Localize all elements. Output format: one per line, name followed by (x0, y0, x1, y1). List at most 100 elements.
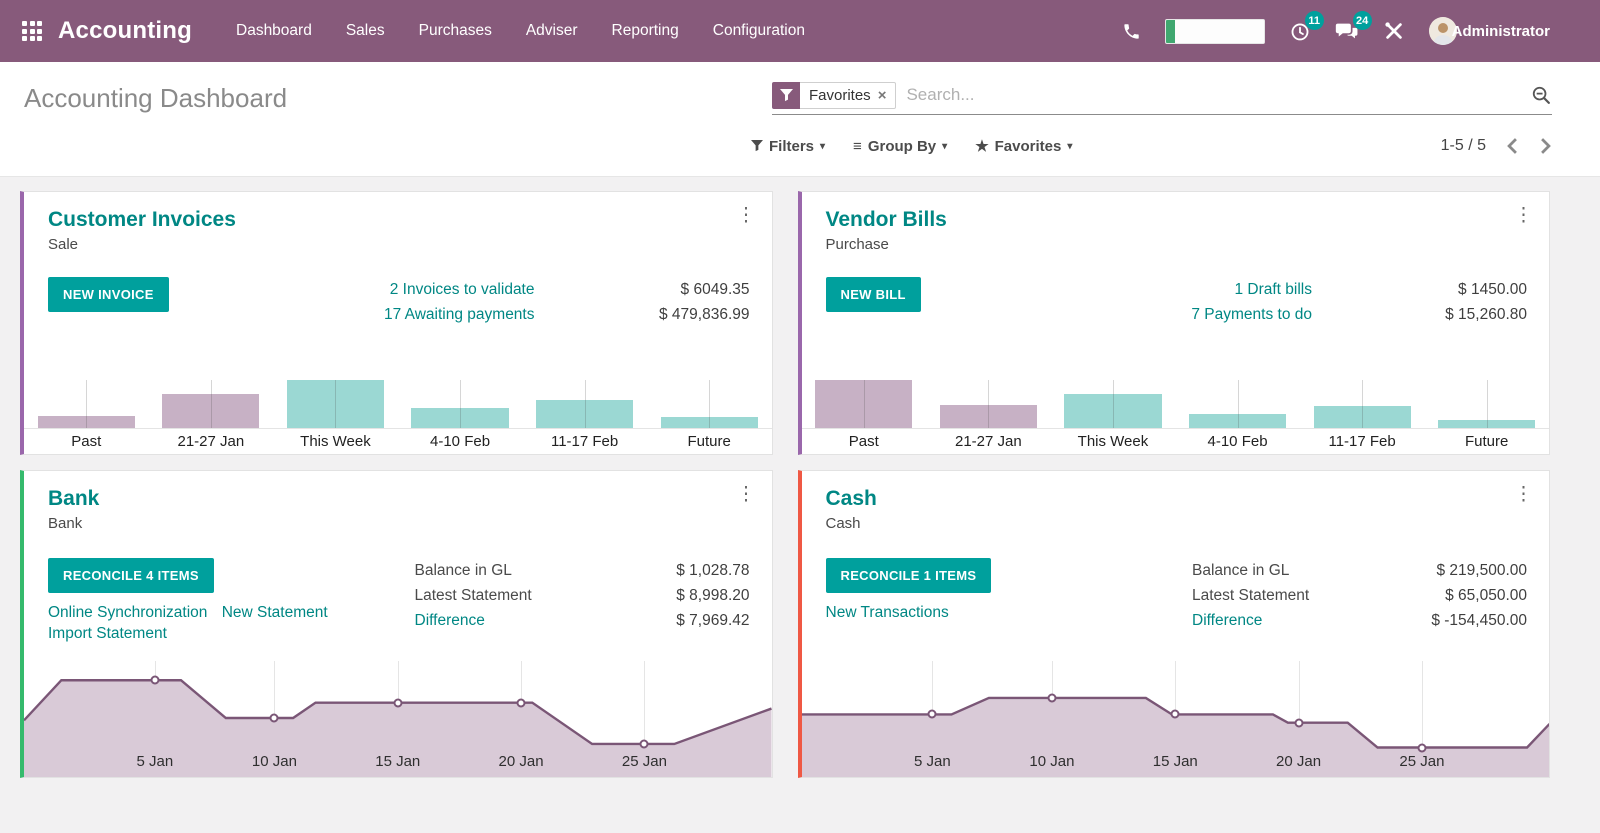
bar-slot (647, 372, 772, 428)
card-subtitle: Purchase (826, 236, 1528, 253)
new-bill-button[interactable]: NEW BILL (826, 277, 921, 312)
bar-slot (24, 372, 149, 428)
reconcile-items-button[interactable]: RECONCILE 4 ITEMS (48, 558, 214, 593)
card-title[interactable]: Cash (826, 487, 1528, 511)
bar-slot (1175, 372, 1300, 428)
cash-line-chart[interactable]: 5 Jan10 Jan15 Jan20 Jan25 Jan (802, 659, 1550, 777)
menu-dashboard[interactable]: Dashboard (236, 22, 312, 40)
timer-progress (1166, 20, 1175, 43)
card-title[interactable]: Customer Invoices (48, 208, 750, 232)
chart-data-point[interactable] (928, 710, 937, 719)
caret-down-icon: ▾ (820, 141, 825, 152)
chart-data-point[interactable] (1417, 743, 1426, 752)
x-axis-label: 20 Jan (499, 753, 544, 770)
facet-remove-icon[interactable]: × (878, 87, 887, 104)
invoices-to-validate-amount: $ 6049.35 (535, 277, 750, 302)
chart-data-point[interactable] (1047, 693, 1056, 702)
x-axis-label: 15 Jan (1153, 753, 1198, 770)
bar-tick-line (1238, 380, 1239, 428)
bar-slot (926, 372, 1051, 428)
card-title[interactable]: Bank (48, 487, 750, 511)
reconcile-items-button[interactable]: RECONCILE 1 ITEMS (826, 558, 992, 593)
bills-bar-chart[interactable]: Past21-27 JanThis Week4-10 Feb11-17 FebF… (802, 372, 1550, 454)
bar-slot (1424, 372, 1549, 428)
pager-previous-icon[interactable] (1506, 138, 1519, 154)
activities-badge: 11 (1305, 11, 1324, 30)
menu-configuration[interactable]: Configuration (713, 22, 805, 40)
card-menu-kebab-icon[interactable]: ⋮ (733, 481, 760, 508)
bar-slot (149, 372, 274, 428)
awaiting-payments-link[interactable]: 17 Awaiting payments (280, 302, 535, 327)
bar-category-label: Future (1424, 433, 1549, 450)
awaiting-payments-amount: $ 479,836.99 (535, 302, 750, 327)
group-by-icon: ≡ (853, 138, 862, 155)
facet-filter-icon (772, 82, 800, 109)
bar-tick-line (1113, 380, 1114, 428)
top-navbar: Accounting Dashboard Sales Purchases Adv… (0, 0, 1600, 62)
pager-next-icon[interactable] (1539, 138, 1552, 154)
invoices-bar-chart[interactable]: Past21-27 JanThis Week4-10 Feb11-17 FebF… (24, 372, 772, 454)
bar-category-label: 11-17 Feb (1300, 433, 1425, 450)
card-title[interactable]: Vendor Bills (826, 208, 1528, 232)
facet-label: Favorites (809, 87, 871, 104)
bar-tick-line (988, 380, 989, 428)
chart-data-point[interactable] (517, 698, 526, 707)
user-name[interactable]: Administrator (1452, 23, 1550, 40)
menu-adviser[interactable]: Adviser (526, 22, 578, 40)
phone-icon[interactable] (1122, 22, 1141, 41)
chart-data-point[interactable] (393, 698, 402, 707)
new-statement-link[interactable]: New Statement (222, 604, 328, 621)
pager-range: 1-5 / 5 (1441, 137, 1486, 155)
caret-down-icon: ▾ (1067, 141, 1072, 152)
search-icon[interactable] (1531, 85, 1552, 106)
x-axis-label: 10 Jan (252, 753, 297, 770)
messages-icon[interactable]: 24 (1335, 20, 1359, 42)
bar-slot (1051, 372, 1176, 428)
bar-slot (398, 372, 523, 428)
chart-data-point[interactable] (1171, 710, 1180, 719)
bar-tick-line (585, 380, 586, 428)
balance-in-gl-label: Balance in GL (1192, 558, 1357, 583)
app-title[interactable]: Accounting (58, 17, 192, 45)
timer-widget[interactable] (1165, 19, 1265, 44)
bar-category-label: 4-10 Feb (1175, 433, 1300, 450)
chart-data-point[interactable] (1294, 718, 1303, 727)
card-menu-kebab-icon[interactable]: ⋮ (733, 202, 760, 229)
menu-reporting[interactable]: Reporting (612, 22, 679, 40)
chart-data-point[interactable] (640, 739, 649, 748)
balance-in-gl-label: Balance in GL (415, 558, 580, 583)
apps-grid-icon[interactable] (22, 21, 42, 41)
bar-tick-line (460, 380, 461, 428)
bar-chart-labels: Past21-27 JanThis Week4-10 Feb11-17 FebF… (802, 429, 1550, 454)
difference-link[interactable]: Difference (415, 608, 580, 633)
card-bank: ⋮ Bank Bank RECONCILE 4 ITEMS Online Syn… (20, 470, 773, 778)
card-subtitle: Bank (48, 515, 750, 532)
search-input[interactable] (896, 83, 1531, 107)
bar-slot (1300, 372, 1425, 428)
bank-line-chart[interactable]: 5 Jan10 Jan15 Jan20 Jan25 Jan (24, 659, 772, 777)
filters-button[interactable]: Filters ▾ (751, 138, 825, 155)
bar-chart-labels: Past21-27 JanThis Week4-10 Feb11-17 FebF… (24, 429, 772, 454)
messages-badge: 24 (1353, 11, 1372, 30)
activities-clock-icon[interactable]: 11 (1289, 20, 1311, 42)
new-invoice-button[interactable]: NEW INVOICE (48, 277, 169, 312)
card-menu-kebab-icon[interactable]: ⋮ (1510, 481, 1537, 508)
draft-bills-link[interactable]: 1 Draft bills (1057, 277, 1312, 302)
bar-tick-line (1362, 380, 1363, 428)
favorites-button[interactable]: ★ Favorites ▾ (975, 137, 1072, 155)
card-menu-kebab-icon[interactable]: ⋮ (1510, 202, 1537, 229)
chart-data-point[interactable] (150, 676, 159, 685)
tools-icon[interactable] (1383, 20, 1405, 42)
new-transactions-link[interactable]: New Transactions (826, 604, 949, 621)
online-synchronization-link[interactable]: Online Synchronization (48, 604, 207, 621)
invoices-to-validate-link[interactable]: 2 Invoices to validate (280, 277, 535, 302)
caret-down-icon: ▾ (942, 141, 947, 152)
chart-data-point[interactable] (270, 714, 279, 723)
menu-sales[interactable]: Sales (346, 22, 385, 40)
menu-purchases[interactable]: Purchases (419, 22, 492, 40)
star-icon: ★ (975, 137, 988, 155)
import-statement-link[interactable]: Import Statement (48, 625, 167, 642)
difference-link[interactable]: Difference (1192, 608, 1357, 633)
payments-to-do-link[interactable]: 7 Payments to do (1057, 302, 1312, 327)
group-by-button[interactable]: ≡ Group By ▾ (853, 138, 947, 155)
